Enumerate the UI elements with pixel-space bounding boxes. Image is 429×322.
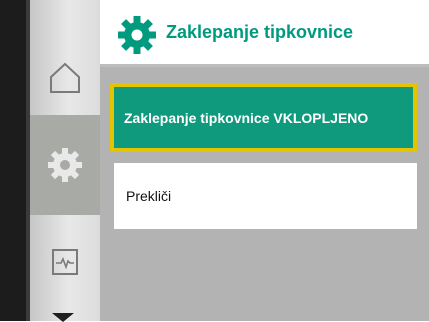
page-title: Zaklepanje tipkovnice (166, 22, 354, 42)
settings-gear-icon (48, 148, 82, 182)
sidebar-item-settings[interactable] (30, 115, 100, 215)
diagnostics-monitor-icon (52, 249, 78, 275)
menu-option-label: Prekliči (126, 188, 172, 204)
menu-option-label: Zaklepanje tipkovnice VKLOPLJENO (124, 109, 369, 126)
menu-option-lock-on[interactable]: Zaklepanje tipkovnice VKLOPLJENO (110, 83, 417, 152)
settings-gear-icon (118, 16, 156, 54)
sidebar-item-diagnostics[interactable] (30, 232, 100, 292)
home-icon (50, 62, 80, 93)
menu-option-cancel[interactable]: Prekliči (114, 163, 417, 229)
sidebar-item-home[interactable] (30, 40, 100, 115)
sidebar (30, 0, 100, 321)
